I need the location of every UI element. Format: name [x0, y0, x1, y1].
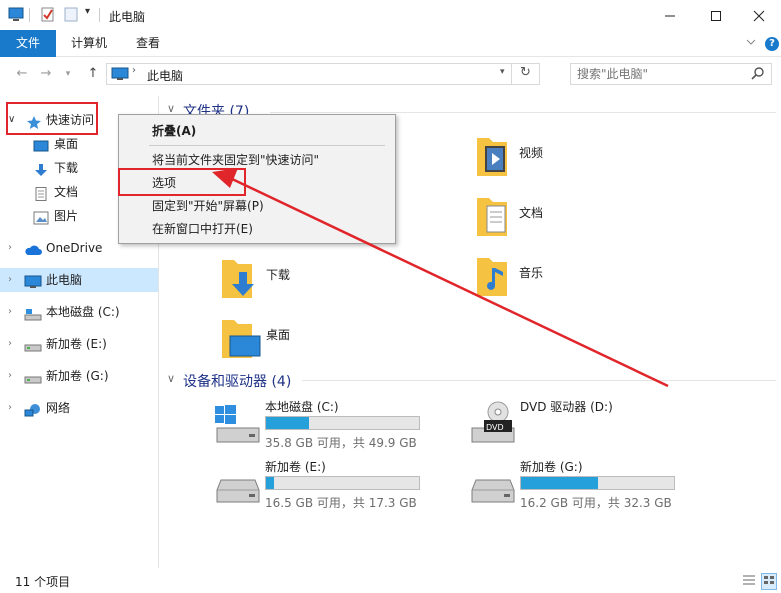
annotation-arrow [212, 168, 669, 388]
details-view-icon[interactable] [741, 573, 757, 590]
large-icons-view-icon[interactable] [761, 573, 777, 590]
status-bar: 11 个项目 [0, 569, 781, 593]
item-count: 11 个项目 [15, 575, 71, 589]
